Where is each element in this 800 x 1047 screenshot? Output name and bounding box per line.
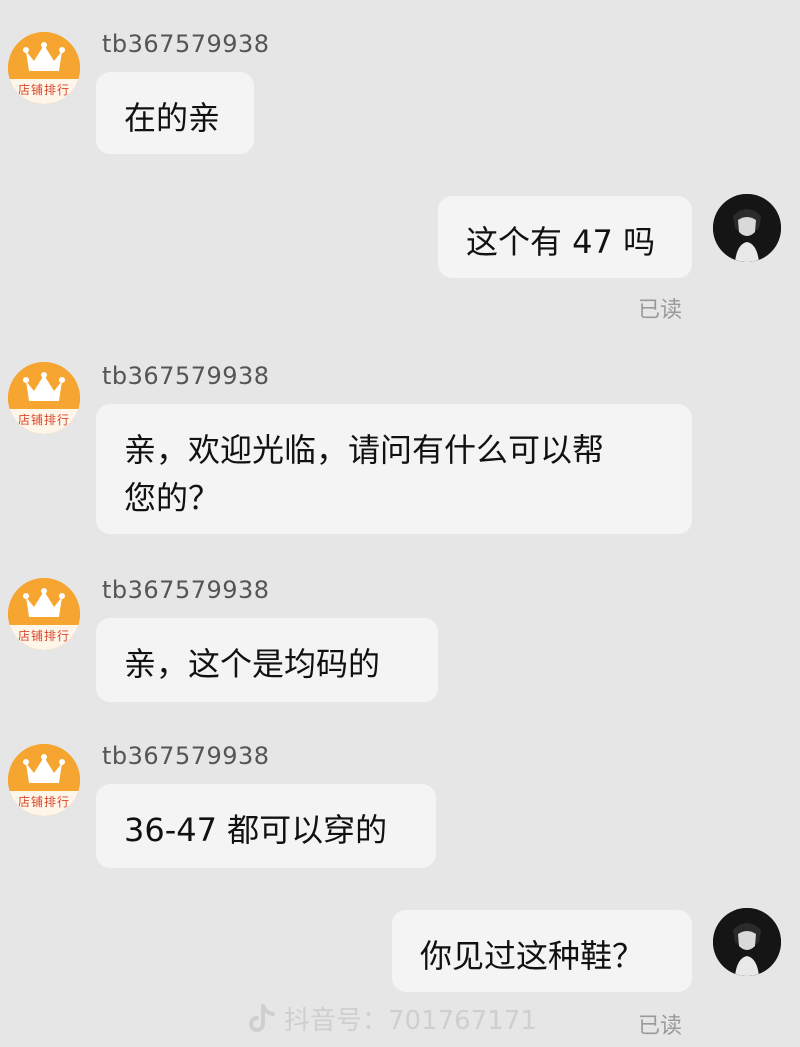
shop-avatar-label: 店铺排行 [8, 409, 80, 434]
crown-icon [23, 754, 65, 783]
message-bubble[interactable]: 在的亲 [96, 72, 254, 154]
watermark-text: 抖音号：701767171 [284, 1006, 537, 1036]
tiktok-icon [249, 1003, 275, 1032]
shop-avatar[interactable]: 店铺排行 [8, 362, 80, 434]
sender-username: tb367579938 [102, 576, 270, 604]
message-bubble[interactable]: 36-47 都可以穿的 [96, 784, 436, 868]
message-bubble[interactable]: 这个有 47 吗 [438, 196, 692, 278]
user-avatar[interactable] [713, 194, 781, 262]
shop-avatar-label: 店铺排行 [8, 625, 80, 650]
sender-username: tb367579938 [102, 742, 270, 770]
read-status: 已读 [638, 1014, 683, 1039]
message-bubble[interactable]: 亲，这个是均码的 [96, 618, 438, 702]
user-photo-icon [713, 908, 781, 976]
watermark: 抖音号：701767171 [248, 1000, 537, 1037]
sender-username: tb367579938 [102, 362, 270, 390]
shop-avatar[interactable]: 店铺排行 [8, 32, 80, 104]
shop-avatar[interactable]: 店铺排行 [8, 744, 80, 816]
crown-icon [23, 588, 65, 617]
sender-username: tb367579938 [102, 30, 270, 58]
shop-avatar-label: 店铺排行 [8, 791, 80, 816]
read-status: 已读 [638, 298, 683, 323]
message-bubble[interactable]: 你见过这种鞋？ [392, 910, 692, 992]
user-photo-icon [713, 194, 781, 262]
crown-icon [23, 42, 65, 71]
crown-icon [23, 372, 65, 401]
message-bubble[interactable]: 亲，欢迎光临，请问有什么可以帮 您的？ [96, 404, 692, 534]
user-avatar[interactable] [713, 908, 781, 976]
shop-avatar-label: 店铺排行 [8, 79, 80, 104]
shop-avatar[interactable]: 店铺排行 [8, 578, 80, 650]
